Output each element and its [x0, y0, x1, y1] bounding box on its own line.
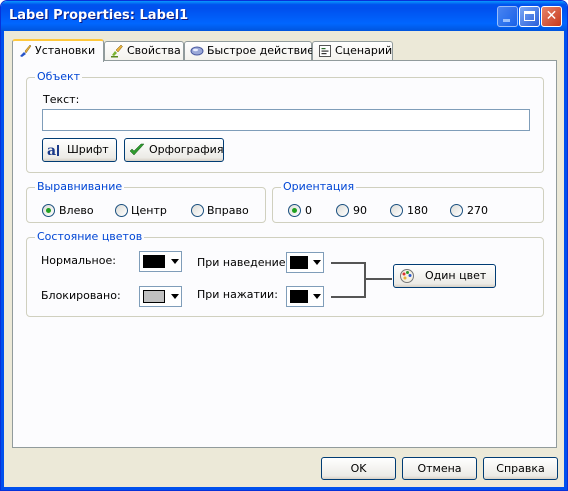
maximize-icon [524, 11, 535, 21]
maximize-button[interactable] [519, 6, 540, 27]
normal-color-swatch [143, 255, 165, 268]
hover-color-picker[interactable] [286, 252, 324, 273]
disabled-color-picker[interactable] [139, 286, 182, 307]
orient-270-label: 270 [467, 204, 488, 217]
align-center-label: Центр [131, 204, 167, 217]
chevron-down-icon [171, 294, 179, 299]
font-button[interactable]: a Шрифт [42, 138, 117, 162]
minimize-icon [503, 19, 510, 22]
tab-label: Свойства [127, 44, 181, 57]
normal-color-picker[interactable] [139, 251, 182, 272]
orient-90-radio[interactable] [336, 204, 349, 217]
connector-line [331, 262, 366, 264]
connector-line [331, 296, 366, 298]
window-border-right [564, 31, 567, 490]
minimize-button[interactable] [497, 6, 518, 27]
orient-180-radio[interactable] [390, 204, 403, 217]
window-title: Label Properties: Label1 [9, 8, 189, 23]
alignment-group: Выравнивание Влево Центр Вправо [26, 180, 266, 223]
tab-label: Сценарий [335, 44, 393, 57]
text-input[interactable] [42, 109, 530, 131]
object-group-legend: Объект [35, 70, 83, 83]
color-state-group: Состояние цветов Нормальное: Блокировано… [26, 230, 544, 317]
chevron-down-icon [313, 294, 321, 299]
pressed-label: При нажатии: [197, 288, 278, 301]
orient-0-label: 0 [305, 204, 312, 217]
chevron-down-icon [171, 259, 179, 264]
single-color-button-label: Один цвет [425, 269, 487, 282]
orientation-group: Ориентация 0 90 180 270 [272, 180, 544, 223]
pressed-color-picker[interactable] [286, 286, 324, 307]
spelling-button[interactable]: Орфография [124, 138, 224, 162]
align-left-label: Влево [59, 204, 94, 217]
tab-properties[interactable]: Свойства [104, 41, 184, 60]
close-button[interactable]: ✕ [541, 6, 562, 27]
help-button[interactable]: Справка [483, 457, 558, 480]
dialog-window: Label Properties: Label1 ✕ Установки Сво… [0, 0, 568, 491]
font-button-label: Шрифт [67, 143, 109, 156]
normal-label: Нормальное: [41, 254, 116, 267]
palette-icon [400, 269, 414, 283]
cancel-button-label: Отмена [417, 462, 462, 475]
quick-action-icon [190, 46, 204, 56]
disabled-color-swatch [143, 290, 165, 303]
pressed-color-swatch [290, 290, 308, 303]
align-right-radio[interactable] [191, 204, 204, 217]
single-color-button[interactable]: Один цвет [393, 264, 496, 288]
cancel-button[interactable]: Отмена [402, 457, 477, 480]
connector-line [364, 278, 392, 280]
align-right-label: Вправо [207, 204, 249, 217]
alignment-group-legend: Выравнивание [35, 180, 125, 193]
help-button-label: Справка [496, 462, 545, 475]
align-center-radio[interactable] [115, 204, 128, 217]
align-left-radio[interactable] [42, 204, 55, 217]
orient-0-radio[interactable] [288, 204, 301, 217]
orient-90-label: 90 [353, 204, 367, 217]
chevron-down-icon [313, 260, 321, 265]
script-icon [319, 45, 331, 57]
tab-script[interactable]: Сценарий [312, 41, 393, 60]
spelling-button-label: Орфография [149, 143, 224, 156]
tab-label: Быстрое действие [207, 44, 315, 57]
properties-icon [111, 44, 123, 58]
connector-line [364, 262, 366, 298]
title-bar[interactable]: Label Properties: Label1 ✕ [1, 1, 567, 31]
tab-label: Установки [35, 44, 96, 57]
hover-label: При наведение: [197, 256, 290, 269]
svg-text:a: a [47, 143, 56, 158]
close-icon: ✕ [545, 8, 558, 24]
font-icon: a [47, 143, 59, 158]
tab-settings[interactable]: Установки [12, 39, 104, 62]
hover-color-swatch [290, 256, 308, 269]
orientation-group-legend: Ориентация [281, 180, 357, 193]
ok-button-label: OK [350, 462, 367, 475]
orient-270-radio[interactable] [450, 204, 463, 217]
tab-panel-settings: Объект Текст: a Шрифт Орфография Выравни… [12, 60, 557, 448]
tab-quick-action[interactable]: Быстрое действие [184, 41, 315, 60]
brush-icon [20, 44, 32, 57]
disabled-label: Блокировано: [41, 289, 121, 302]
ok-button[interactable]: OK [321, 457, 396, 480]
window-border-left [1, 31, 4, 490]
text-label: Текст: [43, 93, 80, 106]
window-border-bottom [1, 487, 567, 490]
object-group: Объект Текст: a Шрифт Орфография [26, 70, 544, 173]
orient-180-label: 180 [407, 204, 428, 217]
checkmark-icon [129, 143, 145, 156]
color-state-group-legend: Состояние цветов [35, 230, 145, 243]
